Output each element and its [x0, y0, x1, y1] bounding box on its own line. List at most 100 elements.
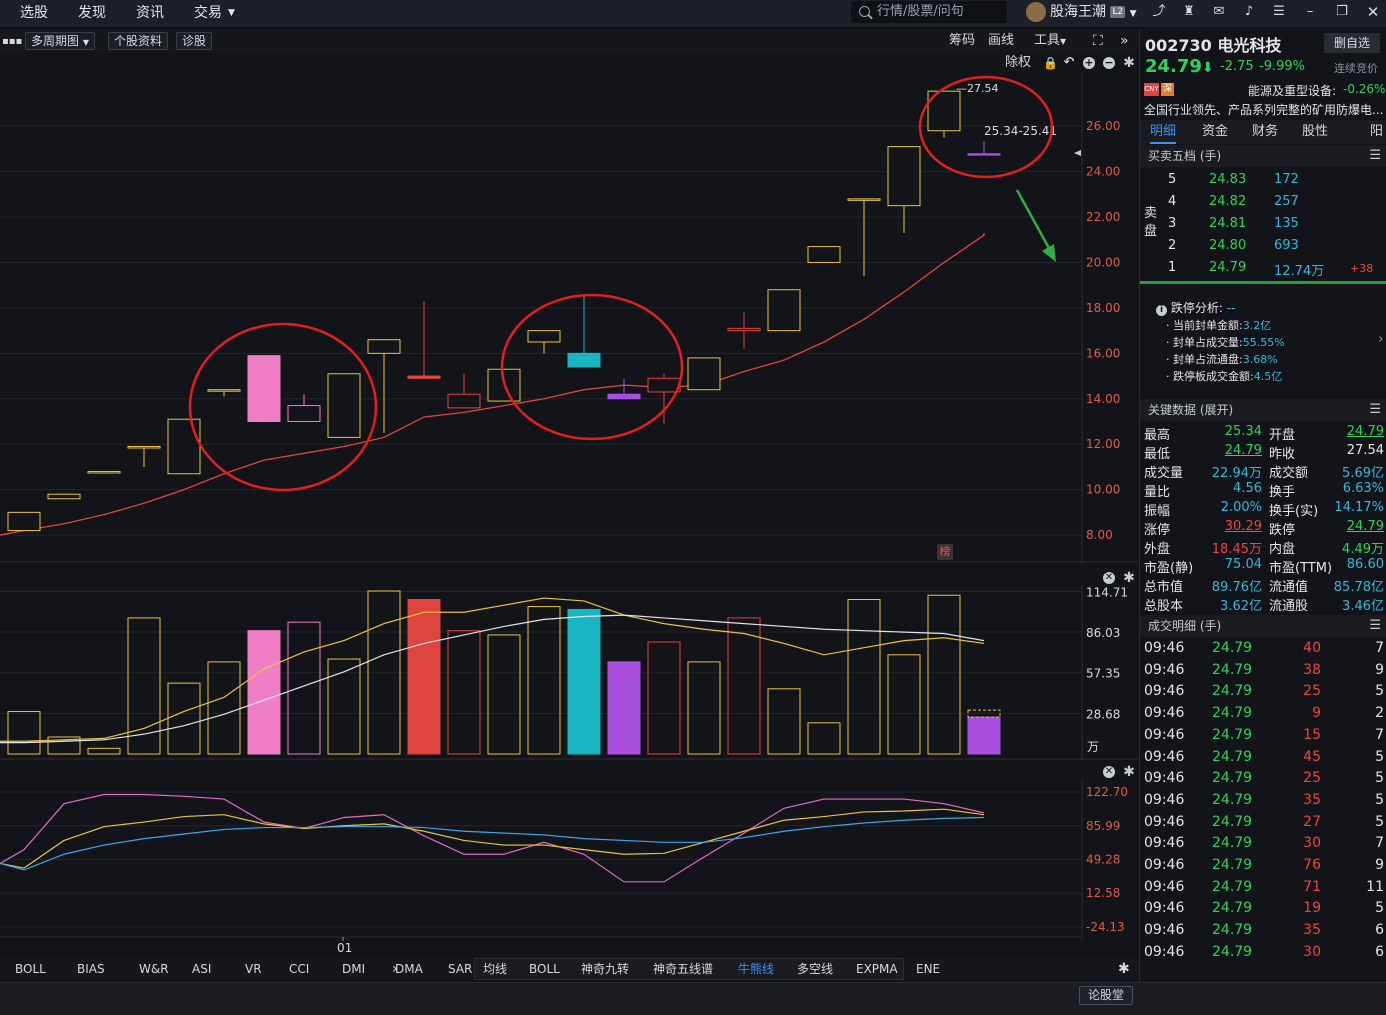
undo-icon[interactable]: ↶: [1063, 56, 1075, 69]
settings-icon[interactable]: ✱: [1118, 960, 1130, 978]
mail-icon[interactable]: ✉: [1212, 5, 1226, 19]
list-icon[interactable]: ☰: [1272, 5, 1286, 19]
trade-time: 09:46: [1144, 878, 1185, 895]
ask-side-label: 卖 盘: [1144, 206, 1158, 239]
exright-button[interactable]: 除权: [1005, 53, 1031, 73]
lock-icon[interactable]: 🔒: [1043, 57, 1058, 69]
close-panel-icon[interactable]: ✕: [1103, 766, 1115, 778]
close-panel-icon[interactable]: ✕: [1103, 572, 1115, 584]
trade-time: 09:46: [1144, 943, 1185, 960]
settings-icon[interactable]: ✱: [1123, 571, 1135, 585]
candle: [887, 146, 921, 233]
nav-zixun[interactable]: 资讯: [136, 0, 164, 28]
diagnose-button[interactable]: 诊股: [176, 32, 213, 50]
indicator-tab[interactable]: BOLL: [15, 960, 46, 978]
overlay-tab[interactable]: 多空线: [797, 960, 833, 978]
minimize-icon[interactable]: –: [1303, 5, 1317, 19]
indicator-tab[interactable]: CCI: [289, 960, 309, 978]
industry-label[interactable]: 能源及重型设备:: [1248, 82, 1336, 99]
key-data-title[interactable]: 关键数据 (展开): [1148, 403, 1233, 417]
indicator-tab[interactable]: W&R: [139, 960, 169, 978]
key-data-value: 27.54: [1346, 443, 1384, 458]
zoom-in-icon[interactable]: +: [1083, 57, 1095, 69]
volume-bar: [247, 630, 281, 755]
user-menu[interactable]: 股海王潮 L2 ▼: [1026, 0, 1137, 28]
chart-toolbar: ▪▪▪ 多周期图 ▼ 个股资料 诊股 筹码 画线 工具▼ ⛶ »: [0, 29, 1138, 53]
chevron-down-icon[interactable]: ▼: [228, 0, 235, 28]
tab-zijin[interactable]: 资金: [1202, 120, 1228, 144]
settings-icon[interactable]: ✱: [1123, 56, 1135, 70]
trade-time: 09:46: [1144, 683, 1185, 700]
indicator-chart[interactable]: 122.70 85.99 49.28 12.58 -24.13 01: [0, 780, 1138, 958]
overlay-tab[interactable]: 牛熊线: [738, 960, 774, 978]
stock-info-button[interactable]: 个股资料: [108, 32, 169, 50]
settings-icon[interactable]: ✱: [1123, 765, 1135, 779]
chevron-right-icon[interactable]: ›: [392, 960, 398, 978]
candle: [967, 141, 1001, 156]
more-icon[interactable]: ▪▪▪: [2, 33, 22, 51]
tab-mingxi[interactable]: 明细: [1150, 120, 1177, 144]
limit-analysis-item: · 封单占流通盘:3.68%: [1166, 351, 1278, 367]
remove-favorite-button[interactable]: 删自选: [1324, 33, 1380, 53]
info-icon: i: [1156, 305, 1167, 316]
trade-price: 24.79: [1212, 878, 1253, 895]
nav-faxian[interactable]: 发现: [78, 0, 106, 28]
key-data-label: 流通股: [1269, 599, 1309, 614]
menu-icon[interactable]: ☰: [1369, 399, 1381, 421]
nav-xuangu[interactable]: 选股: [20, 0, 48, 28]
key-data-value: 4.49万: [1342, 542, 1384, 557]
candle-body: [807, 246, 841, 263]
menu-icon[interactable]: ☰: [1369, 615, 1381, 637]
overlay-tab[interactable]: 神奇九转: [581, 960, 629, 978]
period-label: 多周期图: [31, 34, 80, 48]
trade-time: 09:46: [1144, 705, 1185, 722]
indicator-tab[interactable]: DMA: [395, 960, 423, 978]
indicator-tab[interactable]: ASI: [192, 960, 211, 978]
overlay-tab[interactable]: EXPMA: [856, 960, 898, 978]
overlay-tab[interactable]: 神奇五线谱: [653, 960, 713, 978]
expand-right-icon[interactable]: »: [1120, 32, 1129, 50]
bell-icon[interactable]: ♪: [1242, 5, 1256, 19]
rank-badge[interactable]: 榜: [937, 544, 953, 560]
chips-button[interactable]: 筹码: [949, 32, 975, 50]
x-tick-label: 01: [337, 941, 352, 955]
indicator-tab[interactable]: DMI: [342, 960, 365, 978]
indicator-tab[interactable]: BIAS: [77, 960, 105, 978]
fullscreen-icon[interactable]: ⛶: [1093, 32, 1103, 50]
volume-bar: [887, 654, 921, 755]
menu-icon[interactable]: ☰: [1369, 145, 1381, 167]
range-annotation: 25.34-25.41: [984, 124, 1057, 138]
period-button[interactable]: 多周期图 ▼: [25, 32, 95, 50]
tools-button[interactable]: 工具▼: [1034, 32, 1066, 51]
tab-more[interactable]: 阳: [1370, 120, 1383, 144]
orderbook-level: 3: [1168, 216, 1177, 231]
tab-caiwu[interactable]: 财务: [1252, 120, 1278, 144]
draw-button[interactable]: 画线: [988, 32, 1014, 50]
key-data-label: 涨停: [1144, 523, 1171, 538]
limit-title-value: --: [1226, 301, 1236, 315]
close-icon[interactable]: ✕: [1366, 5, 1380, 20]
indicator-tab[interactable]: VR: [245, 960, 262, 978]
nav-jiaoyi[interactable]: 交易: [194, 0, 222, 28]
lun-gu-button[interactable]: 论股堂: [1079, 986, 1133, 1005]
volume-chart[interactable]: 114.71 86.03 57.35 28.68 万: [0, 585, 1138, 760]
overlay-tab[interactable]: BOLL: [529, 960, 560, 978]
shirt-icon[interactable]: ♜: [1182, 5, 1196, 19]
restore-icon[interactable]: ❐: [1335, 5, 1349, 19]
trade-time: 09:46: [1144, 857, 1185, 873]
indicator-tab[interactable]: SAR: [448, 960, 472, 978]
tab-guxing[interactable]: 股性: [1302, 120, 1328, 144]
trade-price: 24.79: [1212, 835, 1253, 852]
kline-chart[interactable]: 26.00 24.00 22.00 20.00 18.00 16.00 14.00 12.00…: [0, 73, 1138, 563]
overlay-tab[interactable]: 均线: [483, 960, 507, 978]
orderbook-volume: 257: [1274, 194, 1299, 209]
share-icon[interactable]: ⤴: [1152, 5, 1166, 19]
chevron-right-icon[interactable]: ›: [1378, 331, 1384, 347]
candle-body: [967, 153, 1001, 156]
stock-name: 电光科技: [1217, 36, 1282, 55]
zoom-out-icon[interactable]: −: [1103, 57, 1115, 69]
search-input[interactable]: 行情/股票/问句: [851, 1, 1007, 23]
trade-price: 24.79: [1212, 705, 1253, 722]
overlay-tab[interactable]: ENE: [916, 960, 940, 978]
orderbook-diff: +38: [1350, 262, 1374, 275]
